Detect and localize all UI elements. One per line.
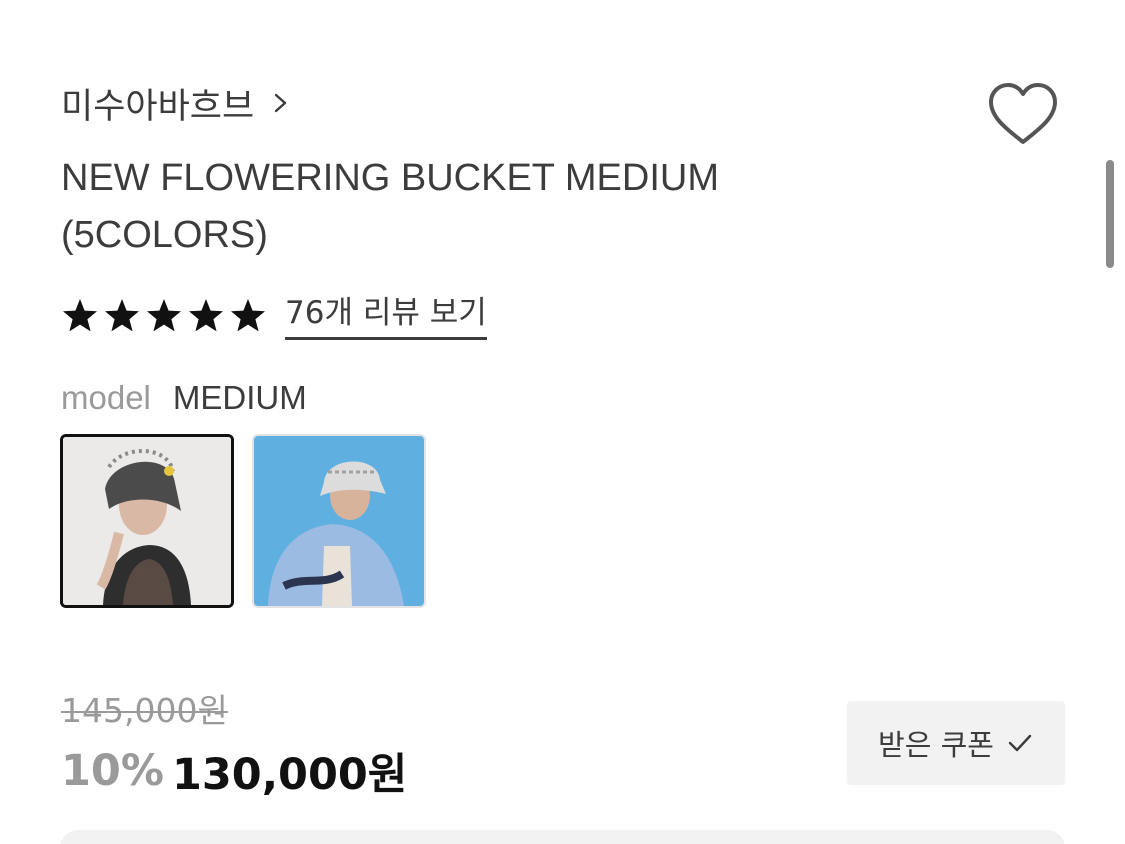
price-row: 10% 130,000원 — [61, 740, 407, 802]
brand-name: 미수아바흐브 — [61, 86, 255, 127]
check-icon — [1008, 734, 1032, 752]
product-title: NEW FLOWERING BUCKET MEDIUM (5COLORS) — [61, 150, 861, 264]
heart-outline-icon[interactable] — [986, 80, 1060, 148]
discount-rate: 10% — [61, 746, 164, 796]
star-filled-icon — [147, 299, 181, 332]
star-filled-icon — [231, 299, 265, 332]
thumbnail-model-white-hat[interactable] — [252, 434, 426, 608]
sale-price: 130,000원 — [171, 750, 408, 800]
product-title-line-2: (5COLORS) — [61, 214, 268, 256]
original-price: 145,000원 — [61, 691, 228, 730]
thumbnail-model-black-hat[interactable] — [60, 434, 234, 608]
model-row: model MEDIUM — [61, 376, 307, 420]
star-rating — [61, 297, 267, 335]
model-value: MEDIUM — [172, 379, 307, 416]
star-filled-icon — [105, 299, 139, 332]
scrollbar[interactable] — [1106, 160, 1114, 268]
brand-link[interactable]: 미수아바흐브 — [61, 78, 294, 128]
star-filled-icon — [63, 299, 97, 332]
coupon-button-label: 받은 쿠폰 — [878, 728, 994, 762]
product-title-line-1: NEW FLOWERING BUCKET MEDIUM — [61, 157, 719, 199]
model-photo-white-hat — [254, 436, 424, 606]
option-panel — [60, 830, 1065, 844]
review-link[interactable]: 76개 리뷰 보기 — [285, 293, 487, 340]
model-label: model — [61, 379, 151, 416]
rating-row: 76개 리뷰 보기 — [61, 288, 487, 344]
received-coupon-button[interactable]: 받은 쿠폰 — [847, 701, 1065, 785]
chevron-right-icon — [275, 93, 287, 113]
product-detail-page: 미수아바흐브 NEW FLOWERING BUCKET MEDIUM (5COL… — [0, 0, 1125, 844]
model-photo-black-hat — [63, 437, 231, 605]
star-filled-icon — [189, 299, 223, 332]
